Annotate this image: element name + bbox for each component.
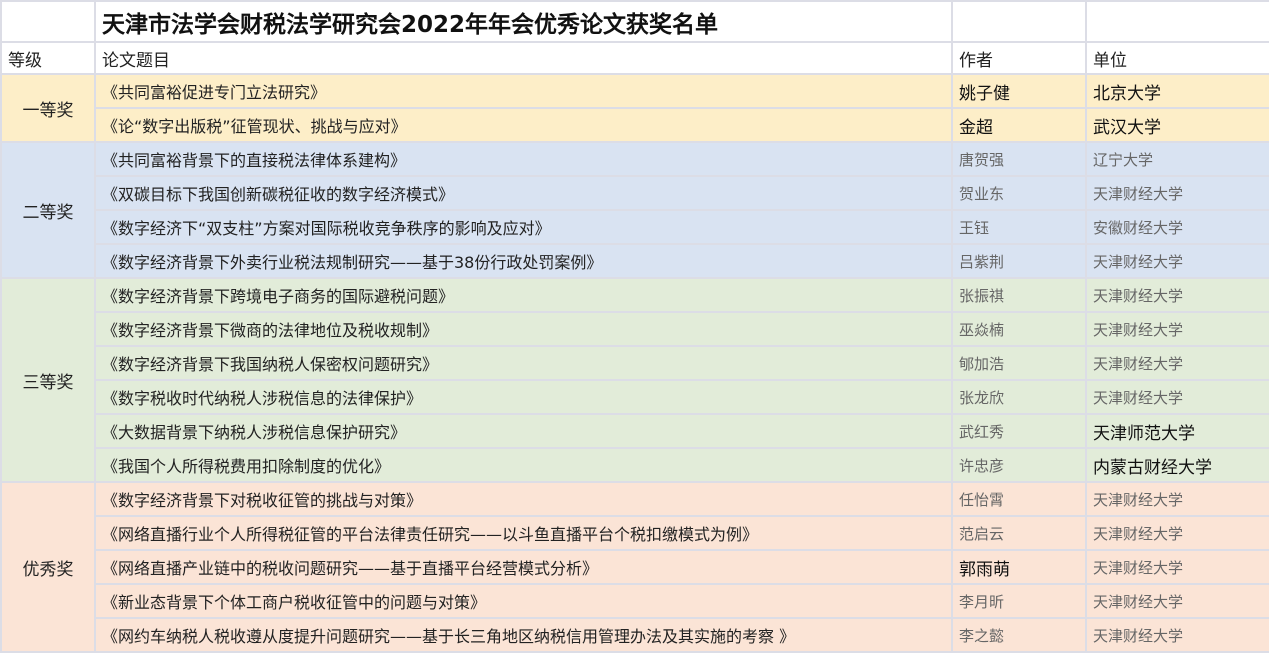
paper-cell: 《论“数字出版税”征管现状、挑战与应对》 (94, 107, 953, 143)
paper-cell: 《数字经济背景下微商的法律地位及税收规制》 (94, 311, 953, 347)
author-cell: 贺业东 (951, 175, 1087, 211)
table-row: 《网络直播行业个人所得税征管的平台法律责任研究——以斗鱼直播平台个税扣缴模式为例… (1, 515, 1269, 551)
paper-cell: 《数字税收时代纳税人涉税信息的法律保护》 (94, 379, 953, 415)
paper-cell: 《数字经济背景下外卖行业税法规制研究——基于38份行政处罚案例》 (94, 243, 953, 279)
paper-cell: 《数字经济背景下跨境电子商务的国际避税问题》 (94, 277, 953, 313)
title-spacer-cell (0, 0, 96, 43)
author-cell: 金超 (951, 107, 1087, 143)
unit-cell: 天津财经大学 (1085, 243, 1269, 279)
table-row: 二等奖 《共同富裕背景下的直接税法律体系建构》 唐贺强 辽宁大学 (0, 141, 1269, 279)
paper-cell: 《大数据背景下纳税人涉税信息保护研究》 (94, 413, 953, 449)
header-level: 等级 (0, 41, 96, 75)
table-row: 《论“数字出版税”征管现状、挑战与应对》 金超 武汉大学 (1, 107, 1269, 143)
paper-cell: 《网约车纳税人税收遵从度提升问题研究——基于长三角地区纳税信用管理办法及其实施的… (94, 617, 953, 653)
author-cell: 郭雨萌 (951, 549, 1087, 585)
level-cell: 三等奖 (0, 277, 96, 483)
level-cell: 二等奖 (0, 141, 96, 279)
author-cell: 吕紫荆 (951, 243, 1087, 279)
author-cell: 郇加浩 (951, 345, 1087, 381)
table-row: 《网约车纳税人税收遵从度提升问题研究——基于长三角地区纳税信用管理办法及其实施的… (1, 617, 1269, 653)
author-cell: 任怡霄 (951, 481, 1087, 517)
level-cell: 优秀奖 (0, 481, 96, 653)
table-row: 《数字经济背景下外卖行业税法规制研究——基于38份行政处罚案例》 吕紫荆 天津财… (1, 243, 1269, 279)
paper-cell: 《数字经济背景下对税收征管的挑战与对策》 (94, 481, 953, 517)
level-cell: 一等奖 (0, 73, 96, 143)
table-row: 《网络直播产业链中的税收问题研究——基于直播平台经营模式分析》 郭雨萌 天津财经… (1, 549, 1269, 585)
table-row: 《数字经济下“双支柱”方案对国际税收竞争秩序的影响及应对》 王钰 安徽财经大学 (1, 209, 1269, 245)
paper-cell: 《数字经济背景下我国纳税人保密权问题研究》 (94, 345, 953, 381)
unit-cell: 天津财经大学 (1085, 379, 1269, 415)
table-row: 《数字经济背景下我国纳税人保密权问题研究》 郇加浩 天津财经大学 (1, 345, 1269, 381)
author-cell: 武红秀 (951, 413, 1087, 449)
table-row: 《数字税收时代纳税人涉税信息的法律保护》 张龙欣 天津财经大学 (1, 379, 1269, 415)
author-cell: 唐贺强 (951, 141, 1087, 177)
paper-cell: 《网络直播行业个人所得税征管的平台法律责任研究——以斗鱼直播平台个税扣缴模式为例… (94, 515, 953, 551)
unit-cell: 北京大学 (1085, 73, 1269, 109)
paper-cell: 《网络直播产业链中的税收问题研究——基于直播平台经营模式分析》 (94, 549, 953, 585)
paper-cell: 《共同富裕背景下的直接税法律体系建构》 (94, 141, 953, 177)
author-cell: 王钰 (951, 209, 1087, 245)
paper-cell: 《数字经济下“双支柱”方案对国际税收竞争秩序的影响及应对》 (94, 209, 953, 245)
award-table: 天津市法学会财税法学研究会2022年年会优秀论文获奖名单 等级 论文题目 作者 … (0, 0, 1269, 653)
page-title: 天津市法学会财税法学研究会2022年年会优秀论文获奖名单 (94, 0, 953, 43)
author-cell: 范启云 (951, 515, 1087, 551)
unit-cell: 天津财经大学 (1085, 515, 1269, 551)
table-row: 《双碳目标下我国创新碳税征收的数字经济模式》 贺业东 天津财经大学 (1, 175, 1269, 211)
paper-cell: 《我国个人所得税费用扣除制度的优化》 (94, 447, 953, 483)
title-row: 天津市法学会财税法学研究会2022年年会优秀论文获奖名单 (0, 0, 1269, 43)
title-empty-cell (951, 0, 1087, 43)
author-cell: 许忠彦 (951, 447, 1087, 483)
author-cell: 巫焱楠 (951, 311, 1087, 347)
unit-cell: 天津财经大学 (1085, 311, 1269, 347)
unit-cell: 内蒙古财经大学 (1085, 447, 1269, 483)
author-cell: 张龙欣 (951, 379, 1087, 415)
title-empty-cell (1085, 0, 1269, 43)
unit-cell: 天津财经大学 (1085, 481, 1269, 517)
unit-cell: 安徽财经大学 (1085, 209, 1269, 245)
unit-cell: 天津财经大学 (1085, 175, 1269, 211)
unit-cell: 天津财经大学 (1085, 583, 1269, 619)
unit-cell: 武汉大学 (1085, 107, 1269, 143)
unit-cell: 天津财经大学 (1085, 617, 1269, 653)
header-row: 等级 论文题目 作者 单位 (0, 41, 1269, 75)
author-cell: 张振祺 (951, 277, 1087, 313)
author-cell: 李月昕 (951, 583, 1087, 619)
table-row: 《我国个人所得税费用扣除制度的优化》 许忠彦 内蒙古财经大学 (1, 447, 1269, 483)
author-cell: 姚子健 (951, 73, 1087, 109)
table-row: 三等奖 《数字经济背景下跨境电子商务的国际避税问题》 张振祺 天津财经大学 (0, 277, 1269, 483)
unit-cell: 天津财经大学 (1085, 549, 1269, 585)
header-unit: 单位 (1085, 41, 1269, 75)
paper-cell: 《新业态背景下个体工商户税收征管中的问题与对策》 (94, 583, 953, 619)
paper-cell: 《双碳目标下我国创新碳税征收的数字经济模式》 (94, 175, 953, 211)
header-paper: 论文题目 (94, 41, 953, 75)
header-author: 作者 (951, 41, 1087, 75)
table-row: 《大数据背景下纳税人涉税信息保护研究》 武红秀 天津师范大学 (1, 413, 1269, 449)
author-cell: 李之懿 (951, 617, 1087, 653)
paper-cell: 《共同富裕促进专门立法研究》 (94, 73, 953, 109)
unit-cell: 天津财经大学 (1085, 345, 1269, 381)
table-row: 《数字经济背景下微商的法律地位及税收规制》 巫焱楠 天津财经大学 (1, 311, 1269, 347)
unit-cell: 辽宁大学 (1085, 141, 1269, 177)
table-row: 《新业态背景下个体工商户税收征管中的问题与对策》 李月昕 天津财经大学 (1, 583, 1269, 619)
unit-cell: 天津师范大学 (1085, 413, 1269, 449)
table-row: 一等奖 《共同富裕促进专门立法研究》 姚子健 北京大学 (0, 73, 1269, 143)
table-row: 优秀奖 《数字经济背景下对税收征管的挑战与对策》 任怡霄 天津财经大学 (0, 481, 1269, 653)
unit-cell: 天津财经大学 (1085, 277, 1269, 313)
